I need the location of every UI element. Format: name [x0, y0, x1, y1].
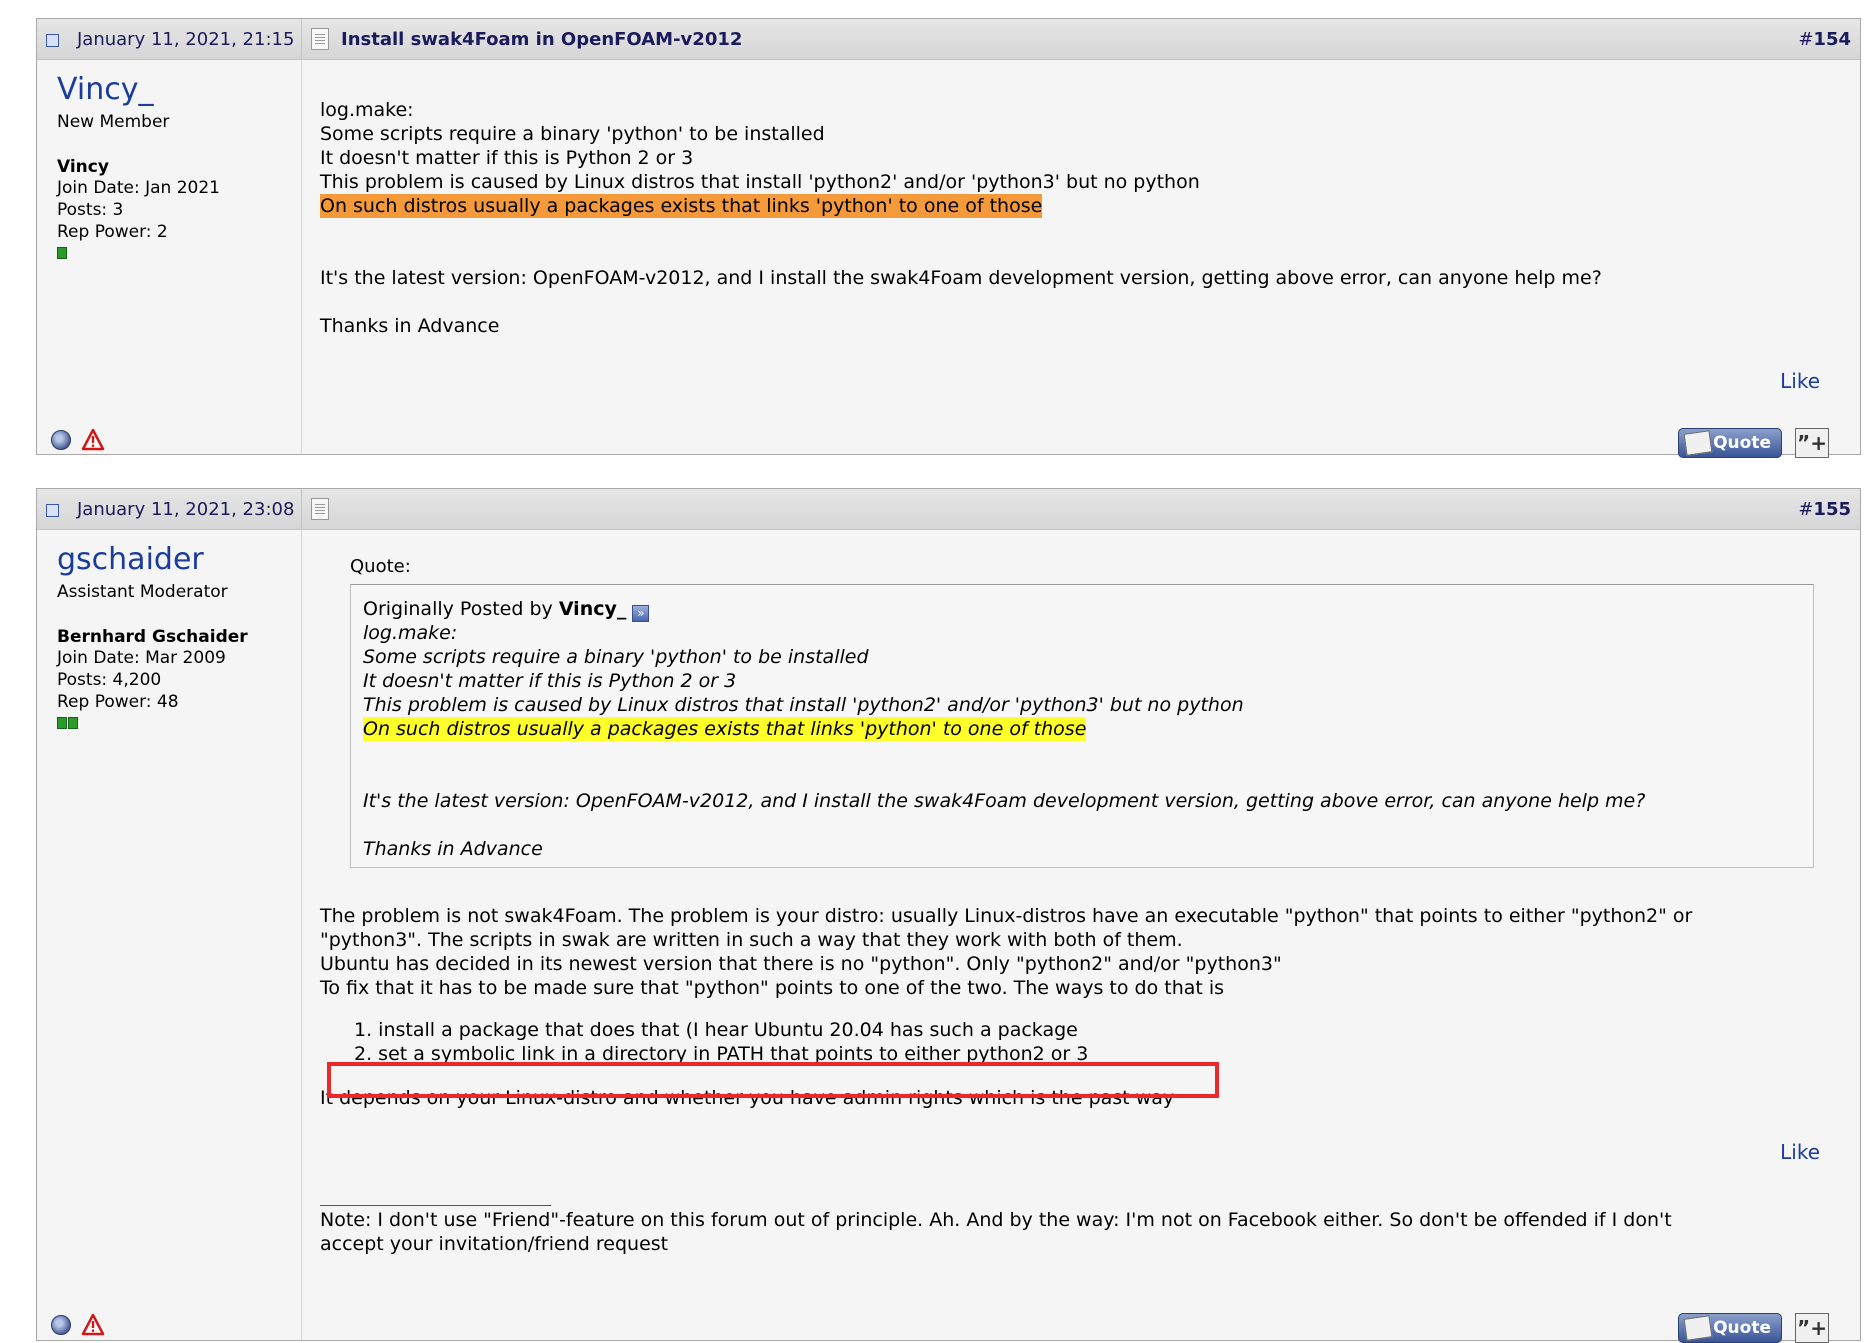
post-header: January 11, 2021, 21:15 Install swak4Foa…: [37, 19, 1860, 60]
post-text-line: log.make:: [320, 99, 414, 121]
document-icon: [311, 28, 329, 50]
post-text-line: Some scripts require a binary 'python' t…: [320, 123, 825, 145]
report-warning-icon[interactable]: [81, 428, 105, 452]
post-number-hash: #: [1798, 29, 1814, 50]
post-text-line: Ubuntu has decided in its newest version…: [320, 953, 1282, 975]
post-155: January 11, 2021, 23:08 #155 gschaider A…: [36, 488, 1861, 1343]
join-date: Join Date: Jan 2021: [57, 178, 220, 198]
quote-text-line: It's the latest version: OpenFOAM-v2012,…: [363, 790, 1646, 812]
user-real-name: Vincy: [57, 157, 109, 177]
quote-button[interactable]: Quote: [1678, 1313, 1782, 1343]
quote-box: Originally Posted by Vincy_ » log.make: S…: [350, 584, 1814, 868]
post-text-line: Thanks in Advance: [320, 315, 500, 337]
quote-author: Vincy_: [558, 598, 627, 620]
username-link[interactable]: Vincy_: [57, 72, 153, 107]
user-title: Assistant Moderator: [57, 582, 228, 602]
post-icon: [46, 504, 59, 517]
list-item: 1. install a package that does that (I h…: [354, 1019, 1078, 1041]
post-text-line: It doesn't matter if this is Python 2 or…: [320, 147, 694, 169]
post-text-line: This problem is caused by Linux distros …: [320, 171, 1200, 193]
originally-posted-by-label: Originally Posted by: [363, 598, 559, 620]
user-title: New Member: [57, 112, 170, 132]
like-link[interactable]: Like: [1780, 1140, 1820, 1164]
like-link[interactable]: Like: [1780, 369, 1820, 393]
post-date: January 11, 2021, 23:08: [77, 499, 295, 520]
post-text-line: It's the latest version: OpenFOAM-v2012,…: [320, 267, 1602, 289]
posts-count: Posts: 3: [57, 200, 124, 220]
highlighted-quote-text: On such distros usually a packages exist…: [363, 717, 1087, 741]
post-number-link[interactable]: #155: [1798, 499, 1851, 520]
quote-label: Quote:: [350, 556, 411, 577]
post-header: January 11, 2021, 23:08 #155: [37, 489, 1860, 530]
reputation-bar: [57, 247, 67, 259]
quote-text-line: It doesn't matter if this is Python 2 or…: [363, 670, 737, 692]
post-body: log.make: Some scripts require a binary …: [320, 60, 1840, 458]
post-number: 154: [1813, 29, 1851, 50]
user-real-name: Bernhard Gschaider: [57, 627, 248, 647]
multiquote-button[interactable]: ”+: [1795, 428, 1829, 458]
user-sidebar: gschaider Assistant Moderator Bernhard G…: [37, 530, 302, 1340]
rep-power: Rep Power: 48: [57, 692, 179, 712]
posts-count: Posts: 4,200: [57, 670, 162, 690]
rep-power: Rep Power: 2: [57, 222, 168, 242]
offline-status-icon: [51, 430, 71, 450]
post-icon: [46, 34, 59, 47]
report-warning-icon[interactable]: [81, 1313, 105, 1337]
signature-divider: [320, 1205, 551, 1206]
post-number-link[interactable]: #154: [1798, 29, 1851, 50]
post-text-line: To fix that it has to be made sure that …: [320, 977, 1225, 999]
quote-text-line: log.make:: [363, 622, 458, 644]
post-number-hash: #: [1798, 499, 1814, 520]
post-text-line: The problem is not swak4Foam. The proble…: [320, 905, 1693, 927]
multiquote-button[interactable]: ”+: [1795, 1313, 1829, 1343]
quote-text-line: Some scripts require a binary 'python' t…: [363, 646, 869, 668]
user-sidebar: Vincy_ New Member Vincy Join Date: Jan 2…: [37, 60, 302, 454]
reputation-bar: [68, 717, 78, 729]
reputation-bar: [57, 717, 67, 729]
username-link[interactable]: gschaider: [57, 542, 204, 577]
annotation-highlight-box: [327, 1062, 1219, 1098]
quote-attribution: Originally Posted by Vincy_ »: [363, 597, 650, 622]
join-date: Join Date: Mar 2009: [57, 648, 226, 668]
post-text-line: "python3". The scripts in swak are writt…: [320, 929, 1183, 951]
quote-button[interactable]: Quote: [1678, 428, 1782, 458]
post-date: January 11, 2021, 21:15: [77, 29, 295, 50]
signature-text: Note: I don't use "Friend"-feature on th…: [320, 1209, 1672, 1231]
quote-text-line: Thanks in Advance: [363, 838, 543, 860]
header-divider: [301, 19, 302, 59]
post-number: 155: [1813, 499, 1851, 520]
post-154: January 11, 2021, 21:15 Install swak4Foa…: [36, 18, 1861, 458]
offline-status-icon: [51, 1315, 71, 1335]
quote-text-line: This problem is caused by Linux distros …: [363, 694, 1244, 716]
view-post-arrow-icon[interactable]: »: [632, 605, 650, 622]
signature-text: accept your invitation/friend request: [320, 1233, 669, 1255]
header-divider: [301, 489, 302, 529]
post-body: Quote: Originally Posted by Vincy_ » log.…: [320, 530, 1840, 1343]
post-title: Install swak4Foam in OpenFOAM-v2012: [341, 29, 743, 50]
document-icon: [311, 498, 329, 520]
highlighted-text: On such distros usually a packages exist…: [320, 194, 1043, 218]
